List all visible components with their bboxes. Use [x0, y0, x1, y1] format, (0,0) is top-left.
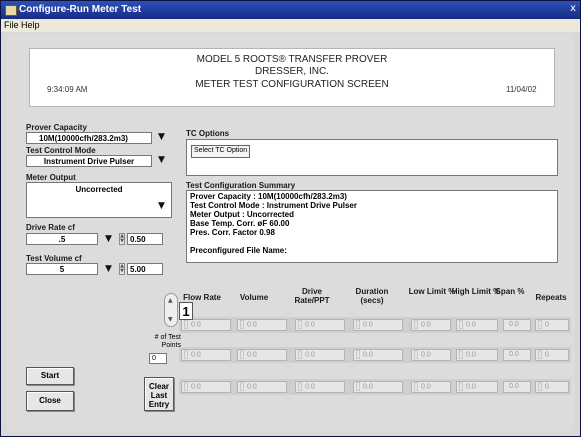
cell-flow-rate[interactable]: 0.0 — [181, 319, 231, 331]
cell-duration[interactable]: 0.0 — [353, 381, 403, 393]
cell-drive-rate[interactable]: 0.0 — [295, 349, 345, 361]
drive-rate-dropdown[interactable]: .5 — [26, 233, 98, 245]
cell-low-limit[interactable]: 0.0 — [411, 381, 451, 393]
prover-capacity-dropdown[interactable]: 10M(10000cfh/283.2m3) — [26, 132, 152, 144]
tc-options-label: TC Options — [186, 129, 230, 138]
summary-label: Test Configuration Summary — [186, 181, 296, 190]
drive-rate-label: Drive Rate cf — [26, 223, 75, 232]
close-button[interactable]: Close — [26, 391, 74, 411]
clear-last-entry-button[interactable]: Clear Last Entry — [144, 377, 174, 411]
col-repeats: Repeats — [535, 293, 567, 302]
drive-rate-number[interactable]: 0.50 — [127, 233, 163, 245]
app-window: Configure-Run Meter Test x File Help MOD… — [0, 0, 581, 437]
summary-line — [190, 237, 554, 246]
test-volume-spinner[interactable]: ▲ ▼ — [119, 263, 125, 275]
summary-line: Test Control Mode : Instrument Drive Pul… — [190, 201, 357, 210]
header-company: DRESSER, INC. — [255, 66, 329, 77]
test-volume-chevron-icon[interactable]: ▼ — [105, 264, 112, 274]
menu-bar: File Help — [1, 19, 580, 32]
cell-span[interactable]: 0.0 — [503, 349, 531, 361]
test-control-mode-label: Test Control Mode — [26, 146, 96, 155]
test-volume-value: 5 — [59, 265, 65, 274]
summary-box: Prover Capacity : 10M(10000cfh/283.2m3) … — [186, 190, 558, 263]
drive-rate-spinner[interactable]: ▲ ▼ — [119, 233, 125, 245]
test-control-mode-value: Instrument Drive Pulser — [43, 157, 135, 166]
col-duration: Duration (secs) — [355, 287, 389, 305]
cell-high-limit[interactable]: 0.0 — [456, 349, 498, 361]
test-points-value: 0 — [149, 353, 167, 364]
col-flow-rate: Flow Rate — [183, 293, 221, 302]
prover-capacity-label: Prover Capacity — [26, 123, 87, 132]
test-point-counter[interactable]: 1 — [179, 302, 193, 320]
close-window-icon[interactable]: x — [570, 3, 576, 14]
cell-volume[interactable]: 0.0 — [237, 319, 287, 331]
prover-capacity-value: 10M(10000cfh/283.2m3) — [39, 134, 128, 143]
cell-span[interactable]: 0.0 — [503, 319, 531, 331]
summary-line: Prover Capacity : 10M(10000cfh/283.2m3) — [190, 192, 347, 201]
start-button[interactable]: Start — [26, 367, 74, 385]
cell-duration[interactable]: 0.0 — [353, 349, 403, 361]
select-tc-option-button[interactable]: Select TC Option — [191, 145, 251, 158]
app-icon — [5, 5, 17, 16]
drive-rate-value: .5 — [58, 235, 66, 244]
step-up-icon[interactable]: ▲ — [168, 297, 173, 304]
window-title: Configure-Run Meter Test — [19, 4, 142, 15]
step-down-icon[interactable]: ▼ — [168, 316, 173, 323]
prover-capacity-chevron-icon[interactable]: ▼ — [158, 132, 165, 142]
cell-flow-rate[interactable]: 0.0 — [181, 381, 231, 393]
cell-drive-rate[interactable]: 0.0 — [295, 381, 345, 393]
drive-rate-chevron-icon[interactable]: ▼ — [105, 234, 112, 244]
test-volume-number[interactable]: 5.00 — [127, 263, 163, 275]
test-volume-label: Test Volume cf — [26, 254, 82, 263]
col-volume: Volume — [239, 293, 269, 302]
title-bar: Configure-Run Meter Test x — [1, 1, 580, 19]
cell-volume[interactable]: 0.0 — [237, 381, 287, 393]
cell-duration[interactable]: 0.0 — [353, 319, 403, 331]
meter-output-dropdown[interactable]: Uncorrected ▼ — [26, 182, 172, 218]
header-banner: MODEL 5 ROOTS® TRANSFER PROVER DRESSER, … — [29, 48, 555, 107]
header-screen-name: METER TEST CONFIGURATION SCREEN — [195, 79, 389, 90]
test-control-mode-chevron-icon[interactable]: ▼ — [158, 155, 165, 165]
cell-drive-rate[interactable]: 0.0 — [295, 319, 345, 331]
test-volume-dropdown[interactable]: 5 — [26, 263, 98, 275]
summary-line: Meter Output : Uncorrected — [190, 210, 295, 219]
summary-line: Base Temp. Corr. øF 60.00 — [190, 219, 290, 228]
cell-low-limit[interactable]: 0.0 — [411, 349, 451, 361]
header-time: 9:34:09 AM — [47, 85, 88, 94]
meter-output-label: Meter Output — [26, 173, 76, 182]
header-date: 11/04/02 — [506, 85, 537, 94]
test-points-label: # of Test Points — [154, 334, 181, 349]
menu-help[interactable]: Help — [21, 20, 40, 30]
col-low-limit: Low Limit % — [408, 287, 456, 296]
cell-volume[interactable]: 0.0 — [237, 349, 287, 361]
col-span: Span % — [495, 287, 525, 296]
cell-span[interactable]: 0.0 — [503, 381, 531, 393]
col-drive-rate: Drive Rate/PPT — [294, 287, 330, 305]
menu-file[interactable]: File — [4, 20, 19, 30]
header-title: MODEL 5 ROOTS® TRANSFER PROVER — [196, 54, 388, 65]
cell-low-limit[interactable]: 0.0 — [411, 319, 451, 331]
col-high-limit: High Limit % — [451, 287, 501, 296]
test-control-mode-dropdown[interactable]: Instrument Drive Pulser — [26, 155, 152, 167]
cell-high-limit[interactable]: 0.0 — [456, 381, 498, 393]
cell-repeats[interactable]: 0 — [535, 349, 569, 361]
test-point-stepper[interactable]: ▲ ▼ — [164, 293, 178, 327]
meter-output-chevron-icon[interactable]: ▼ — [158, 201, 165, 211]
cell-repeats[interactable]: 0 — [535, 319, 569, 331]
cell-high-limit[interactable]: 0.0 — [456, 319, 498, 331]
meter-output-value: Uncorrected — [75, 185, 123, 194]
cell-flow-rate[interactable]: 0.0 — [181, 349, 231, 361]
cell-repeats[interactable]: 0 — [535, 381, 569, 393]
summary-line: Pres. Corr. Factor 0.98 — [190, 228, 275, 237]
summary-line: Preconfigured File Name: — [190, 246, 287, 255]
